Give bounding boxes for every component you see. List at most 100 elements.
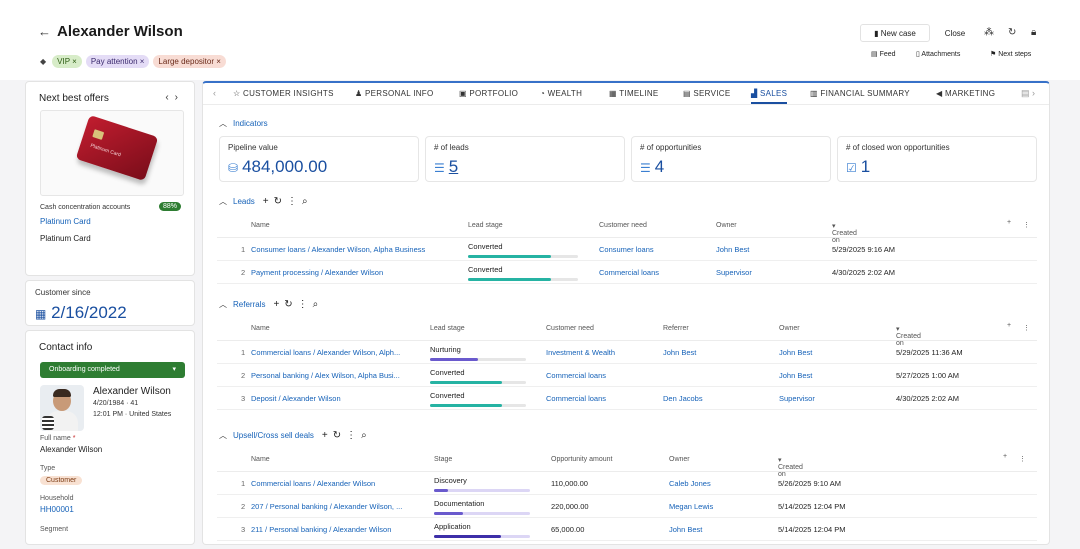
add-column-icon[interactable]: +	[1007, 219, 1011, 226]
more-icon[interactable]: ⋮	[1019, 455, 1026, 463]
next-best-offers-title: Next best offers	[39, 93, 109, 104]
kpi-pipeline-value: Pipeline value ⛁ 484,000.00	[219, 136, 419, 182]
offer-nav-arrows[interactable]: ‹›	[165, 92, 184, 103]
sort-created-on[interactable]: Created on ▾	[896, 325, 921, 347]
kpi-leads[interactable]: # of leads ☰ 5	[425, 136, 625, 182]
table-row[interactable]: 2 207 / Personal banking / Alexander Wil…	[217, 495, 1037, 518]
segment-label: Segment	[40, 526, 69, 533]
table-row[interactable]: 1 Commercial loans / Alexander Wilson Di…	[217, 472, 1037, 495]
collapse-caret-icon: ︿	[219, 300, 227, 309]
more-icon[interactable]: ⋮	[1023, 221, 1030, 229]
attachments-link[interactable]: ▯ Attachments	[916, 50, 960, 58]
tab-timeline[interactable]: ▦ TIMELINE	[609, 89, 659, 98]
tag-pay-attention[interactable]: Pay attention ×	[85, 55, 150, 68]
referrals-grid: Name Lead stage Customer need Referrer O…	[217, 317, 1037, 410]
type-value[interactable]: Customer	[40, 475, 83, 485]
refresh-icon[interactable]: ↻	[1008, 27, 1016, 38]
avatar-phone	[42, 416, 54, 430]
add-column-icon[interactable]: +	[1003, 453, 1007, 460]
tab-bar: ‹ ☆ CUSTOMER INSIGHTS ♟ PERSONAL INFO ▣ …	[203, 83, 1049, 105]
indicators-section-header[interactable]: ︿ Indicators	[219, 118, 268, 129]
referrals-toolbar-icons[interactable]: +↻⋮⌕	[273, 299, 323, 310]
filter-icon: ☰	[434, 161, 445, 175]
tab-portfolio[interactable]: ▣ PORTFOLIO	[459, 89, 518, 98]
avatar	[40, 385, 84, 431]
tab-scroll-left-icon[interactable]: ‹	[213, 88, 216, 98]
check-icon: ☑	[846, 161, 857, 175]
contact-info-title: Contact info	[39, 342, 93, 353]
deals-toolbar-icons[interactable]: +↻⋮⌕	[322, 430, 372, 441]
tab-service[interactable]: ▤ SERVICE	[683, 89, 730, 98]
stage-progress-bar	[434, 535, 530, 538]
card-chip	[92, 129, 105, 140]
sort-created-on[interactable]: Created on ▾	[778, 456, 803, 478]
page-title: Alexander Wilson	[57, 23, 183, 40]
full-name-label: Full name *	[40, 435, 76, 442]
customer-since-value: ▦ 2/16/2022	[35, 303, 127, 322]
stage-progress-bar	[430, 381, 526, 384]
table-row[interactable]: 1 Consumer loans / Alexander Wilson, Alp…	[217, 238, 1037, 261]
tag-list: ◆ VIP × Pay attention × Large depositor …	[40, 55, 226, 68]
close-button[interactable]: Close	[935, 24, 975, 42]
filter-icon: ☰	[640, 161, 651, 175]
new-case-button[interactable]: ▮ New case	[860, 24, 930, 42]
leads-section-header[interactable]: ︿ Leads +↻⋮⌕	[219, 196, 313, 207]
deals-grid-header: Name Stage Opportunity amount Owner Crea…	[217, 448, 1037, 478]
table-row[interactable]: 1 Commercial loans / Alexander Wilson, A…	[217, 341, 1037, 364]
more-icon[interactable]: ⋮	[1023, 324, 1030, 332]
contact-info-card: Contact info Onboarding completed ▾ Alex…	[25, 330, 195, 545]
household-label: Household	[40, 495, 74, 502]
referrals-grid-header: Name Lead stage Customer need Referrer O…	[217, 317, 1037, 347]
onboarding-status-dropdown[interactable]: Onboarding completed ▾	[40, 362, 185, 378]
chevron-down-icon: ▾	[172, 366, 176, 373]
offer-link[interactable]: Platinum Card	[40, 217, 91, 226]
leads-grid: Name Lead stage Customer need Owner Crea…	[217, 214, 1037, 284]
stage-progress-bar	[430, 404, 526, 407]
back-arrow-icon[interactable]: ←	[38, 24, 51, 39]
tab-wealth[interactable]: ◔ WEALTH	[540, 89, 582, 98]
collapse-caret-icon: ︿	[219, 431, 227, 440]
account-label: Cash concentration accounts	[40, 204, 131, 211]
leads-toolbar-icons[interactable]: +↻⋮⌕	[263, 196, 313, 207]
kpi-closed-won: # of closed won opportunities ☑ 1	[837, 136, 1037, 182]
leads-grid-header: Name Lead stage Customer need Owner Crea…	[217, 214, 1037, 244]
stage-progress-bar	[468, 278, 578, 281]
deals-section-header[interactable]: ︿ Upsell/Cross sell deals +↻⋮⌕	[219, 430, 372, 441]
next-best-offers-card: Next best offers ‹› Platinum Card Cash c…	[25, 81, 195, 276]
tab-personal-info[interactable]: ♟ PERSONAL INFO	[355, 89, 434, 98]
sort-created-on[interactable]: Created on ▾	[832, 222, 857, 244]
table-row[interactable]: 3 Deposit / Alexander Wilson Converted C…	[217, 387, 1037, 410]
household-link[interactable]: HH00001	[40, 505, 74, 514]
table-row[interactable]: 3 211 / Personal banking / Alexander Wil…	[217, 518, 1037, 541]
tag-vip[interactable]: VIP ×	[52, 55, 82, 68]
table-row[interactable]: 2 Personal banking / Alex Wilson, Alpha …	[217, 364, 1037, 387]
tab-financial-summary[interactable]: ▥ FINANCIAL SUMMARY	[810, 89, 910, 98]
tab-customer-insights[interactable]: ☆ CUSTOMER INSIGHTS	[233, 89, 334, 98]
avatar-hair	[53, 389, 71, 397]
tab-marketing[interactable]: ◀ MARKETING	[936, 89, 995, 98]
tag-large-depositor[interactable]: Large depositor ×	[153, 55, 226, 68]
feed-link[interactable]: ▤ Feed	[871, 50, 896, 58]
next-steps-link[interactable]: ⚑ Next steps	[990, 50, 1031, 58]
contact-dob: 4/20/1984 · 41	[93, 400, 139, 407]
stage-progress-bar	[430, 358, 526, 361]
calendar-icon: ▦	[35, 307, 47, 321]
credit-card-image: Platinum Card	[40, 110, 184, 196]
lock-icon[interactable]: 🔒︎	[1031, 27, 1036, 38]
kpi-opportunities: # of opportunities ☰ 4	[631, 136, 831, 182]
hierarchy-icon[interactable]: ⁂	[984, 27, 994, 38]
customer-since-label: Customer since	[35, 288, 91, 297]
coins-icon: ⛁	[228, 161, 239, 175]
stage-progress-bar	[434, 512, 530, 515]
tab-sales[interactable]: ▟ SALES	[751, 89, 788, 104]
add-column-icon[interactable]: +	[1007, 322, 1011, 329]
referrals-section-header[interactable]: ︿ Referrals +↻⋮⌕	[219, 299, 323, 310]
table-row[interactable]: 2 Payment processing / Alexander Wilson …	[217, 261, 1037, 284]
full-name-value[interactable]: Alexander Wilson	[40, 445, 102, 454]
credit-card-graphic: Platinum Card	[75, 115, 159, 181]
customer-since-card: Customer since ▦ 2/16/2022	[25, 280, 195, 326]
deals-grid: Name Stage Opportunity amount Owner Crea…	[217, 448, 1037, 541]
collapse-caret-icon: ︿	[219, 197, 227, 206]
tab-overflow-icon[interactable]: ▤ ›	[1021, 88, 1035, 99]
card-text: Platinum Card	[89, 142, 122, 159]
